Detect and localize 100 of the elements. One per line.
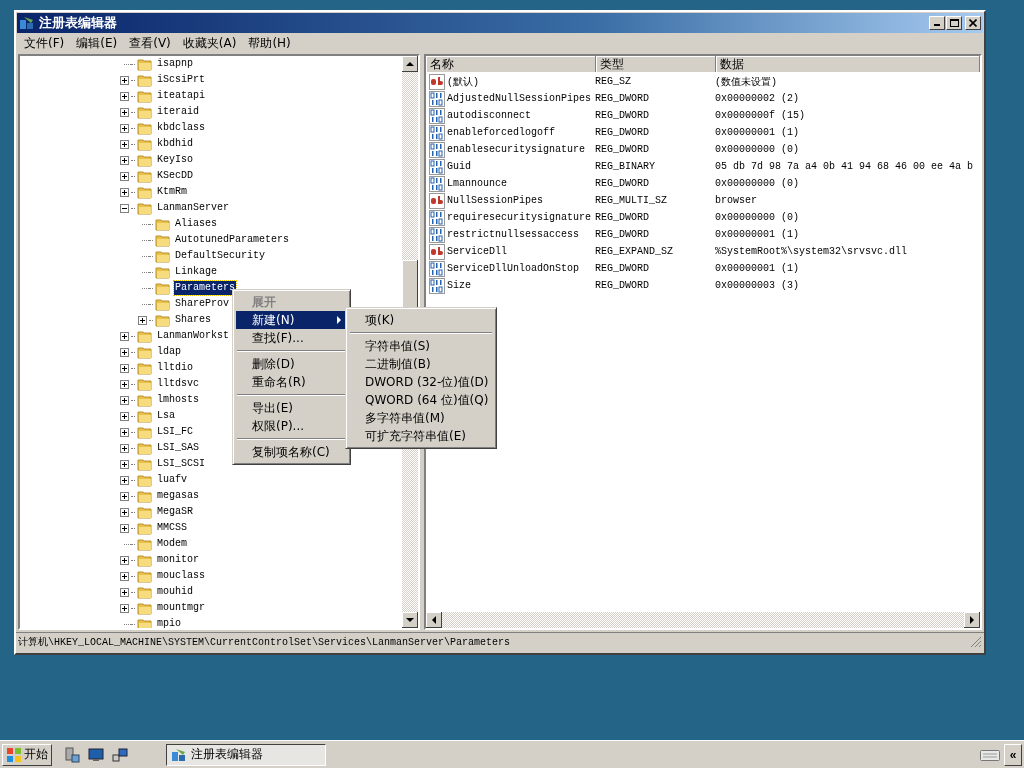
tree-item[interactable]: KeyIso: [156, 153, 194, 167]
tree-item[interactable]: DefaultSecurity: [174, 249, 266, 263]
menu-option[interactable]: 可扩充字符串值(E): [349, 427, 493, 445]
expand-toggle[interactable]: [120, 91, 129, 101]
tree-item[interactable]: Modem: [156, 537, 188, 551]
column-header[interactable]: 名称: [426, 56, 596, 72]
menu-option[interactable]: 多字符串值(M): [349, 409, 493, 427]
menu-option[interactable]: 删除(D): [236, 355, 347, 373]
menu-option[interactable]: 重命名(R): [236, 373, 347, 391]
menu-item[interactable]: 查看(V): [123, 34, 177, 52]
tree-item[interactable]: iScsiPrt: [156, 73, 206, 87]
expand-toggle[interactable]: [120, 155, 129, 165]
menu-option[interactable]: DWORD (32-位)值(D): [349, 373, 493, 391]
expand-toggle[interactable]: [120, 411, 129, 421]
expand-toggle[interactable]: [120, 379, 129, 389]
close-button[interactable]: [965, 16, 981, 30]
expand-toggle[interactable]: [120, 107, 129, 117]
expand-toggle[interactable]: [120, 459, 129, 469]
tree-item[interactable]: iteraid: [156, 105, 200, 119]
value-name[interactable]: requiresecuritysignature: [445, 212, 595, 223]
tree-item[interactable]: Linkage: [174, 265, 218, 279]
show-hidden-icons-button[interactable]: «: [1004, 743, 1022, 766]
tree-item[interactable]: kbdclass: [156, 121, 206, 135]
expand-toggle[interactable]: [138, 315, 147, 325]
expand-toggle[interactable]: [120, 523, 129, 533]
tree-item[interactable]: MegaSR: [156, 505, 194, 519]
expand-toggle[interactable]: [120, 395, 129, 405]
value-name[interactable]: restrictnullsessaccess: [445, 229, 595, 240]
value-name[interactable]: ServiceDll: [445, 246, 595, 257]
expand-toggle[interactable]: [120, 587, 129, 597]
menu-option[interactable]: 二进制值(B): [349, 355, 493, 373]
tree-item[interactable]: ShareProv: [174, 297, 230, 311]
tree-item[interactable]: LSI_SCSI: [156, 457, 206, 471]
tree-item[interactable]: LSI_SAS: [156, 441, 200, 455]
menu-option[interactable]: QWORD (64 位)值(Q): [349, 391, 493, 409]
expand-toggle[interactable]: [120, 555, 129, 565]
tree-item[interactable]: lltdio: [156, 361, 194, 375]
expand-toggle[interactable]: [120, 123, 129, 133]
value-name[interactable]: autodisconnect: [445, 110, 595, 121]
value-name[interactable]: (默认): [445, 74, 595, 89]
tree-item[interactable]: mouhid: [156, 585, 194, 599]
column-header[interactable]: 类型: [596, 56, 716, 72]
menu-option[interactable]: 字符串值(S): [349, 337, 493, 355]
scroll-thumb[interactable]: [402, 260, 418, 308]
expand-toggle[interactable]: [120, 363, 129, 373]
menu-item[interactable]: 文件(F): [18, 34, 71, 52]
menu-option[interactable]: 权限(P)...: [236, 417, 347, 435]
expand-toggle[interactable]: [120, 171, 129, 181]
tree-item[interactable]: mpio: [156, 617, 182, 628]
value-name[interactable]: Lmannounce: [445, 178, 595, 189]
expand-toggle[interactable]: [120, 187, 129, 197]
tree-item[interactable]: KSecDD: [156, 169, 194, 183]
tree-item[interactable]: mountmgr: [156, 601, 206, 615]
value-name[interactable]: AdjustedNullSessionPipes: [445, 93, 595, 104]
menu-option[interactable]: 新建(N): [236, 311, 347, 329]
tree-item[interactable]: lmhosts: [156, 393, 200, 407]
menu-option[interactable]: 导出(E): [236, 399, 347, 417]
tree-item[interactable]: lltdsvc: [156, 377, 200, 391]
tree-item[interactable]: AutotunedParameters: [174, 233, 291, 247]
horizontal-scrollbar[interactable]: [426, 612, 980, 628]
value-name[interactable]: Size: [445, 280, 595, 291]
value-name[interactable]: ServiceDllUnloadOnStop: [445, 263, 595, 274]
expand-toggle[interactable]: [120, 571, 129, 581]
expand-toggle[interactable]: [120, 491, 129, 501]
tree-item[interactable]: Parameters: [174, 281, 236, 295]
menu-item[interactable]: 帮助(H): [242, 34, 297, 52]
tree-item[interactable]: Lsa: [156, 409, 176, 423]
expand-toggle[interactable]: [120, 139, 129, 149]
expand-toggle[interactable]: [120, 603, 129, 613]
tree-item[interactable]: KtmRm: [156, 185, 188, 199]
value-name[interactable]: NullSessionPipes: [445, 195, 595, 206]
start-button[interactable]: 开始: [2, 743, 52, 766]
expand-toggle[interactable]: [120, 443, 129, 453]
column-header[interactable]: 数据: [716, 56, 980, 72]
tree-item[interactable]: kbdhid: [156, 137, 194, 151]
minimize-button[interactable]: [929, 16, 945, 30]
tree-item[interactable]: iteatapi: [156, 89, 206, 103]
maximize-button[interactable]: [946, 16, 962, 30]
collapse-toggle[interactable]: [120, 203, 129, 213]
expand-toggle[interactable]: [120, 75, 129, 85]
value-name[interactable]: enablesecuritysignature: [445, 144, 595, 155]
expand-toggle[interactable]: [120, 475, 129, 485]
tree-item[interactable]: Shares: [174, 313, 212, 327]
taskbar-button[interactable]: 注册表编辑器: [166, 743, 326, 766]
menu-item[interactable]: 收藏夹(A): [176, 34, 243, 52]
tree-item[interactable]: mouclass: [156, 569, 206, 583]
menu-option[interactable]: 复制项名称(C): [236, 443, 347, 461]
tree-item[interactable]: LanmanWorkst: [156, 329, 230, 343]
tree-item[interactable]: Aliases: [174, 217, 218, 231]
value-name[interactable]: enableforcedlogoff: [445, 127, 595, 138]
expand-toggle[interactable]: [120, 347, 129, 357]
expand-toggle[interactable]: [120, 507, 129, 517]
tree-item[interactable]: MMCSS: [156, 521, 188, 535]
tree-item[interactable]: monitor: [156, 553, 200, 567]
tree-item[interactable]: luafv: [156, 473, 188, 487]
expand-toggle[interactable]: [120, 427, 129, 437]
tree-item[interactable]: LanmanServer: [156, 201, 230, 215]
expand-toggle[interactable]: [120, 331, 129, 341]
value-name[interactable]: Guid: [445, 161, 595, 172]
tree-item[interactable]: isapnp: [156, 57, 194, 71]
